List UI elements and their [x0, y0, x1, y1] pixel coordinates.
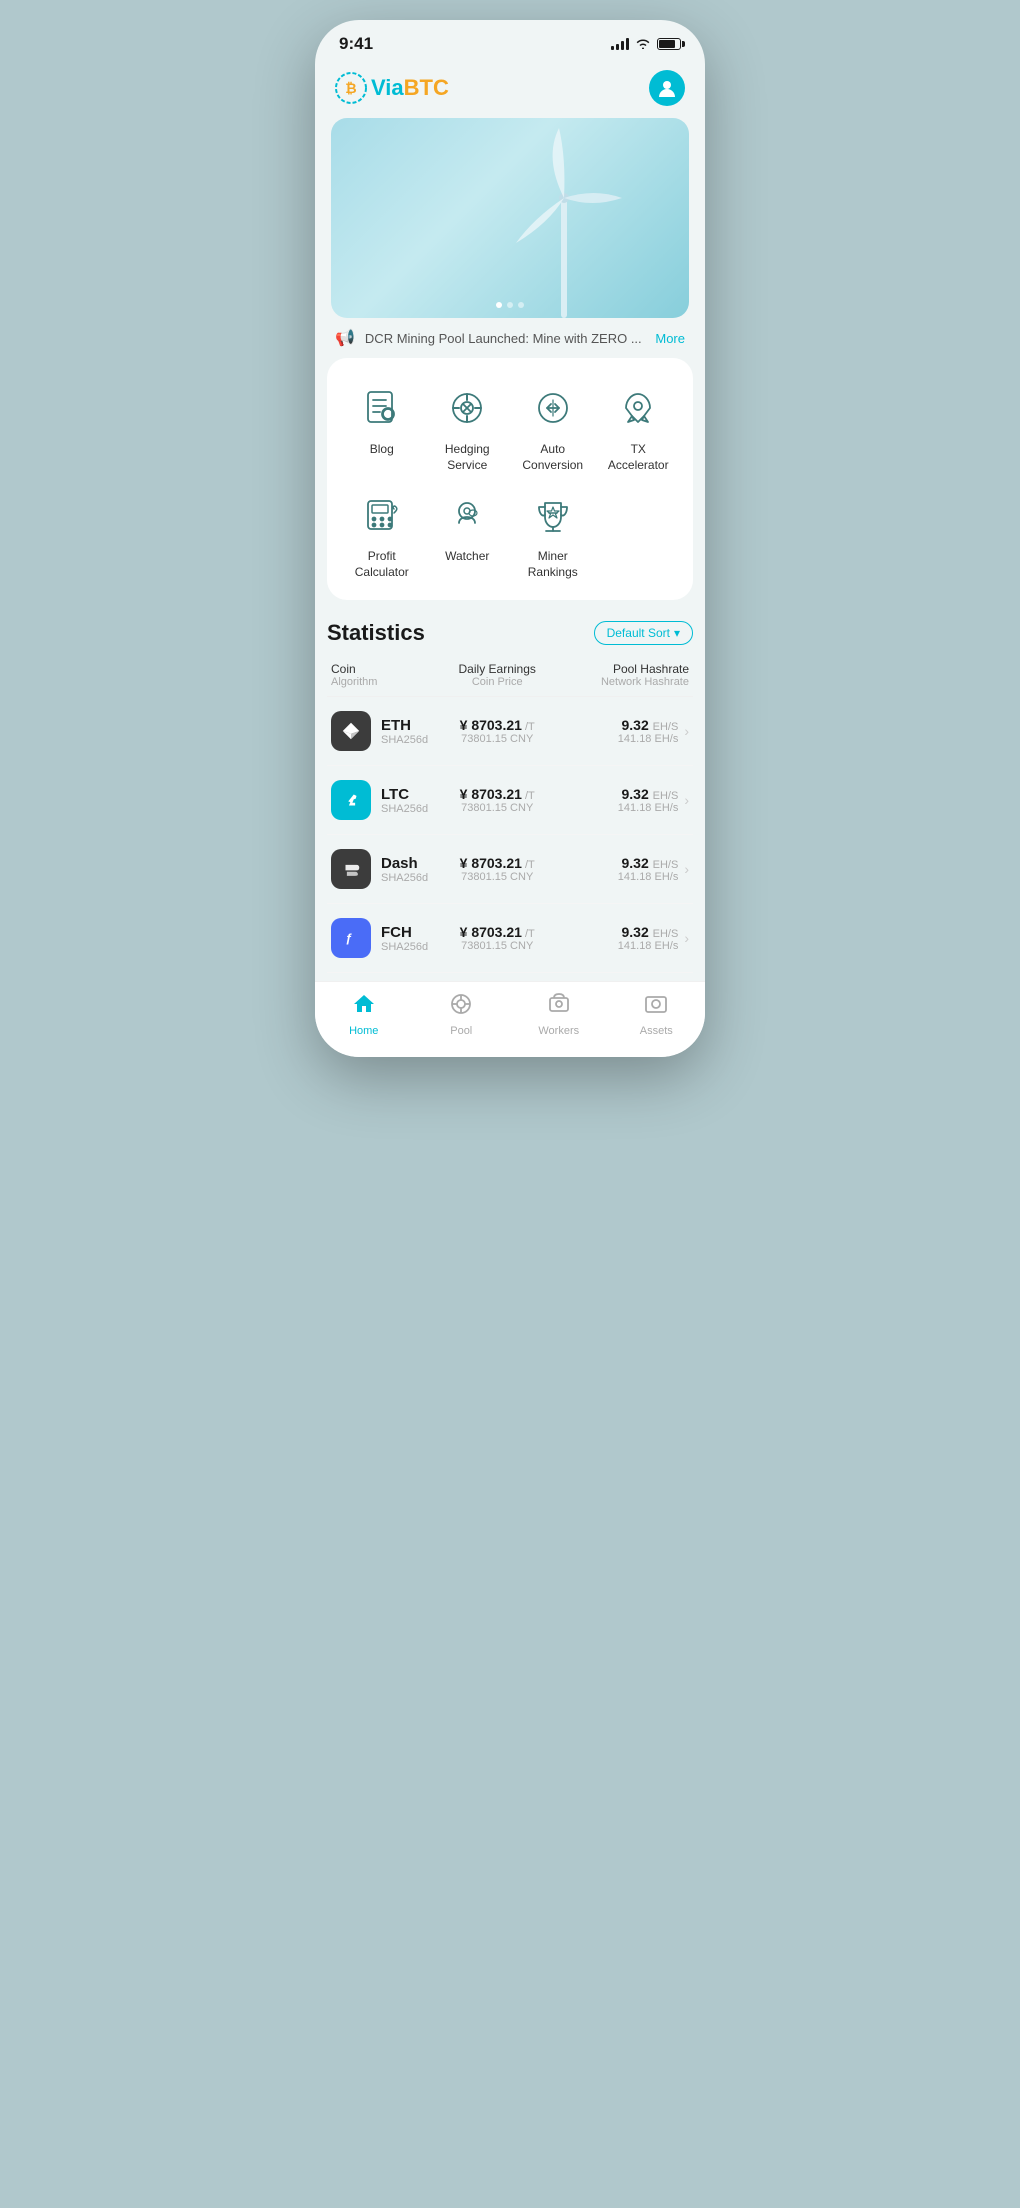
statistics-section: Statistics Default Sort ▾ Coin Algorithm…	[315, 620, 705, 973]
chevron-down-icon: ▾	[674, 626, 680, 640]
coin-row-eth[interactable]: ETH SHA256d ¥ 8703.21 /T 73801.15 CNY 9.…	[327, 697, 693, 766]
table-header: Coin Algorithm Daily Earnings Coin Price…	[327, 662, 693, 697]
chevron-right-icon: ›	[684, 792, 689, 808]
hedging-label: HedgingService	[445, 442, 490, 473]
nav-pool-label: Pool	[450, 1025, 472, 1037]
fch-name: FCH	[381, 924, 428, 941]
coin-left-ltc: LTC SHA256d	[331, 780, 433, 820]
bottom-navigation: Home Pool Workers Assets	[315, 981, 705, 1057]
tx-accelerator-label: TXAccelerator	[608, 442, 669, 473]
coin-row-dash[interactable]: Dash SHA256d ¥ 8703.21 /T 73801.15 CNY 9…	[327, 835, 693, 904]
svg-text:₿: ₿	[345, 80, 356, 96]
ltc-name: LTC	[381, 786, 428, 803]
status-bar: 9:41	[315, 20, 705, 62]
profit-calculator-label: ProfitCalculator	[355, 549, 409, 580]
main-card: Blog HedgingService	[327, 358, 693, 600]
nav-pool[interactable]: Pool	[413, 992, 511, 1037]
avatar-icon	[656, 77, 678, 99]
menu-grid-row1: Blog HedgingService	[343, 382, 677, 473]
banner[interactable]	[331, 118, 689, 318]
menu-grid-row2: ProfitCalculator Watcher	[343, 489, 677, 580]
watcher-icon	[441, 489, 493, 541]
chevron-right-icon: ›	[684, 723, 689, 739]
dash-hashrate: 9.32 EH/S 141.18 EH/s ›	[561, 855, 689, 883]
stats-header: Statistics Default Sort ▾	[327, 620, 693, 646]
coin-left-fch: ƒ FCH SHA256d	[331, 918, 433, 958]
app-header: ₿ ViaBTC	[315, 62, 705, 118]
menu-item-watcher[interactable]: Watcher	[429, 489, 507, 580]
conversion-label: AutoConversion	[522, 442, 583, 473]
dash-earnings: ¥ 8703.21 /T 73801.15 CNY	[433, 855, 561, 883]
announcement-bar: 📢 DCR Mining Pool Launched: Mine with ZE…	[315, 318, 705, 358]
status-time: 9:41	[339, 34, 373, 54]
eth-name: ETH	[381, 717, 428, 734]
banner-windmill	[474, 118, 654, 318]
menu-item-conversion[interactable]: AutoConversion	[514, 382, 592, 473]
miner-rankings-label: MinerRankings	[528, 549, 578, 580]
phone-frame: 9:41 ₿ ViaBTC	[315, 20, 705, 1057]
home-icon	[352, 992, 376, 1021]
conversion-icon	[527, 382, 579, 434]
svg-text:ƒ: ƒ	[346, 932, 353, 946]
watcher-label: Watcher	[445, 549, 489, 565]
menu-item-miner-rankings[interactable]: MinerRankings	[514, 489, 592, 580]
logo-text: ViaBTC	[371, 75, 449, 101]
avatar-button[interactable]	[649, 70, 685, 106]
stats-title: Statistics	[327, 620, 425, 646]
nav-assets[interactable]: Assets	[608, 992, 706, 1037]
dash-logo	[331, 849, 371, 889]
nav-workers-label: Workers	[538, 1025, 579, 1037]
announce-more-button[interactable]: More	[655, 331, 685, 346]
ltc-logo	[331, 780, 371, 820]
coin-left-dash: Dash SHA256d	[331, 849, 433, 889]
rocket-icon	[612, 382, 664, 434]
eth-hashrate: 9.32 EH/S 141.18 EH/s ›	[561, 717, 689, 745]
nav-assets-label: Assets	[640, 1025, 673, 1037]
status-icons	[611, 36, 681, 52]
calculator-icon	[356, 489, 408, 541]
menu-item-empty	[600, 489, 678, 580]
coin-table: ETH SHA256d ¥ 8703.21 /T 73801.15 CNY 9.…	[327, 697, 693, 973]
pool-icon	[449, 992, 473, 1021]
ltc-algo: SHA256d	[381, 803, 428, 815]
eth-logo	[331, 711, 371, 751]
announce-icon: 📢	[335, 328, 355, 348]
eth-earnings: ¥ 8703.21 /T 73801.15 CNY	[433, 717, 561, 745]
logo: ₿ ViaBTC	[335, 72, 449, 104]
menu-item-profit-calculator[interactable]: ProfitCalculator	[343, 489, 421, 580]
trophy-icon	[527, 489, 579, 541]
chevron-right-icon: ›	[684, 861, 689, 877]
banner-dots	[496, 302, 524, 308]
menu-item-tx-accelerator[interactable]: TXAccelerator	[600, 382, 678, 473]
nav-home[interactable]: Home	[315, 992, 413, 1037]
sort-button[interactable]: Default Sort ▾	[594, 621, 693, 645]
hedging-icon	[441, 382, 493, 434]
blog-label: Blog	[370, 442, 394, 458]
menu-item-hedging[interactable]: HedgingService	[429, 382, 507, 473]
dash-algo: SHA256d	[381, 872, 428, 884]
coin-left-eth: ETH SHA256d	[331, 711, 433, 751]
fch-algo: SHA256d	[381, 941, 428, 953]
chevron-right-icon: ›	[684, 930, 689, 946]
signal-icon	[611, 38, 629, 50]
coin-row-ltc[interactable]: LTC SHA256d ¥ 8703.21 /T 73801.15 CNY 9.…	[327, 766, 693, 835]
eth-algo: SHA256d	[381, 734, 428, 746]
ltc-earnings: ¥ 8703.21 /T 73801.15 CNY	[433, 786, 561, 814]
wifi-icon	[635, 36, 651, 52]
blog-icon	[356, 382, 408, 434]
dash-name: Dash	[381, 855, 428, 872]
fch-logo: ƒ	[331, 918, 371, 958]
fch-earnings: ¥ 8703.21 /T 73801.15 CNY	[433, 924, 561, 952]
menu-item-blog[interactable]: Blog	[343, 382, 421, 473]
logo-icon: ₿	[335, 72, 367, 104]
assets-icon	[644, 992, 668, 1021]
fch-hashrate: 9.32 EH/S 141.18 EH/s ›	[561, 924, 689, 952]
battery-icon	[657, 38, 681, 50]
coin-row-fch[interactable]: ƒ FCH SHA256d ¥ 8703.21 /T 73801.15 CNY …	[327, 904, 693, 973]
announce-text: DCR Mining Pool Launched: Mine with ZERO…	[365, 331, 645, 346]
workers-icon	[547, 992, 571, 1021]
nav-home-label: Home	[349, 1025, 378, 1037]
nav-workers[interactable]: Workers	[510, 992, 608, 1037]
ltc-hashrate: 9.32 EH/S 141.18 EH/s ›	[561, 786, 689, 814]
